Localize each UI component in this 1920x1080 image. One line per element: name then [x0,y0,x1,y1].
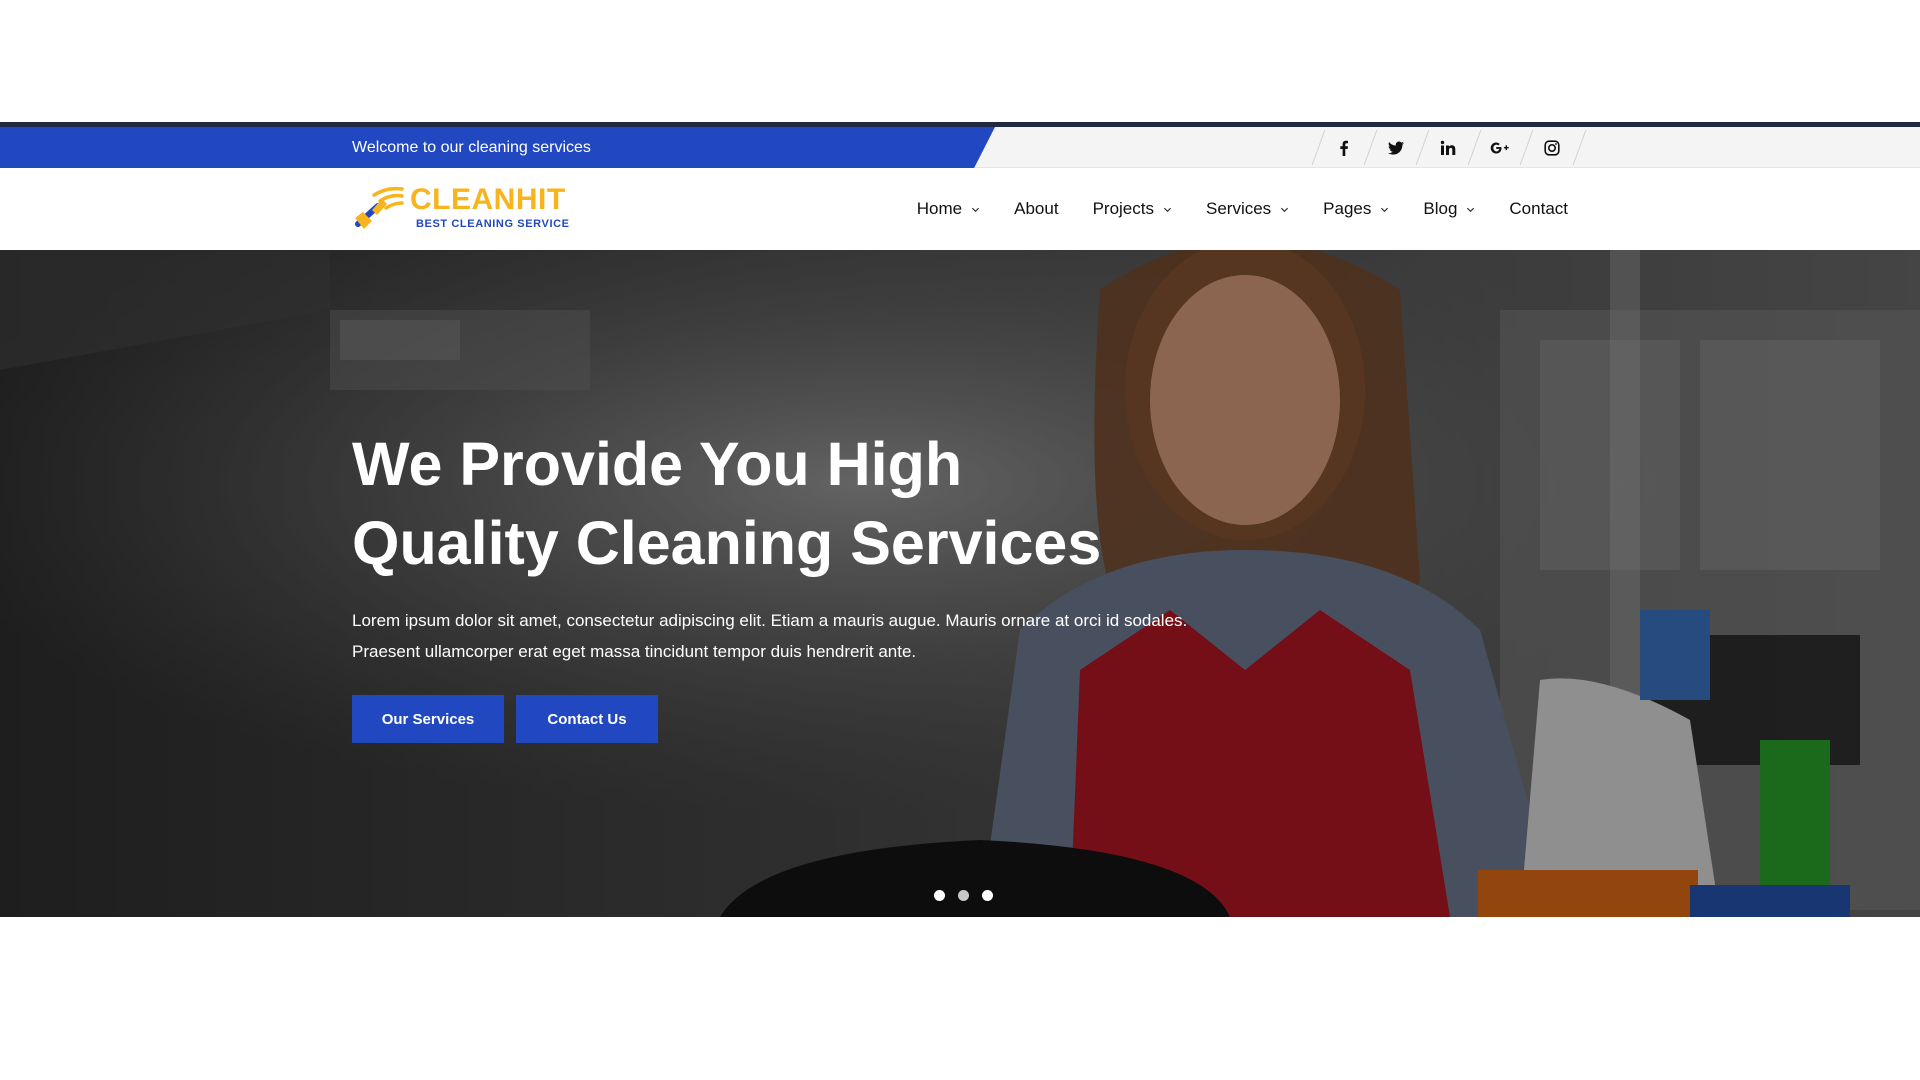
slider-dots [934,890,993,901]
broom-logo-icon [355,186,404,229]
hero-title-line-2: Quality Cleaning Services [352,509,1102,577]
nav-item-home[interactable]: Home [917,199,980,219]
slider-dot-2[interactable] [958,890,969,901]
hero-overlay [0,250,1920,917]
hero-description-line-1: Lorem ipsum dolor sit amet, consectetur … [352,611,1188,630]
chevron-down-icon [1163,207,1172,212]
logo-tagline: BEST CLEANING SERVICE [416,218,570,230]
nav-item-contact[interactable]: Contact [1509,199,1568,219]
chevron-down-icon [1467,207,1475,212]
nav-item-label: Services [1205,199,1272,218]
nav-item-services[interactable]: Services [1206,199,1289,219]
hero-description: Lorem ipsum dolor sit amet, consectetur … [352,605,1212,667]
chevron-down-icon [1381,207,1389,212]
logo-name: CLEANHIT [410,183,566,216]
our-services-button[interactable]: Our Services [352,695,504,743]
welcome-text: Welcome to our cleaning services [352,139,591,156]
hero-description-line-2: Praesent ullamcorper erat eget massa tin… [352,642,917,661]
instagram-icon[interactable] [1526,127,1578,168]
topbar: Welcome to our cleaning services [0,127,1920,168]
twitter-icon[interactable] [1370,127,1422,168]
main-navbar: CLEANHIT BEST CLEANING SERVICE Home Abou… [0,168,1920,250]
contact-us-button[interactable]: Contact Us [516,695,658,743]
nav-item-blog[interactable]: Blog [1423,199,1475,219]
top-blank-area [0,0,1920,122]
social-links [1318,127,1587,168]
chevron-down-icon [972,207,980,212]
nav-item-label: About [1014,199,1059,218]
slider-dot-3[interactable] [982,890,993,901]
hero-title-line-1: We Provide You High [352,430,963,498]
nav-item-label: Blog [1423,199,1458,218]
hero-title: We Provide You High Quality Cleaning Ser… [352,425,1252,583]
bottom-blank-area [0,917,1920,1080]
site-logo[interactable]: CLEANHIT BEST CLEANING SERVICE [352,182,582,232]
chevron-down-icon [1281,207,1289,212]
nav-item-pages[interactable]: Pages [1323,199,1389,219]
google-plus-icon[interactable] [1474,127,1526,168]
hero-slider: We Provide You High Quality Cleaning Ser… [0,250,1920,917]
nav-item-label: Home [916,199,963,218]
slider-dot-1[interactable] [934,890,945,901]
linkedin-icon[interactable] [1422,127,1474,168]
nav-item-about[interactable]: About [1014,199,1058,219]
nav-item-projects[interactable]: Projects [1093,199,1172,219]
main-menu: Home About Projects Services Pages Blog … [883,168,1568,250]
nav-item-label: Contact [1509,199,1568,218]
facebook-icon[interactable] [1318,127,1370,168]
nav-item-label: Projects [1092,199,1154,218]
nav-item-label: Pages [1323,199,1372,218]
